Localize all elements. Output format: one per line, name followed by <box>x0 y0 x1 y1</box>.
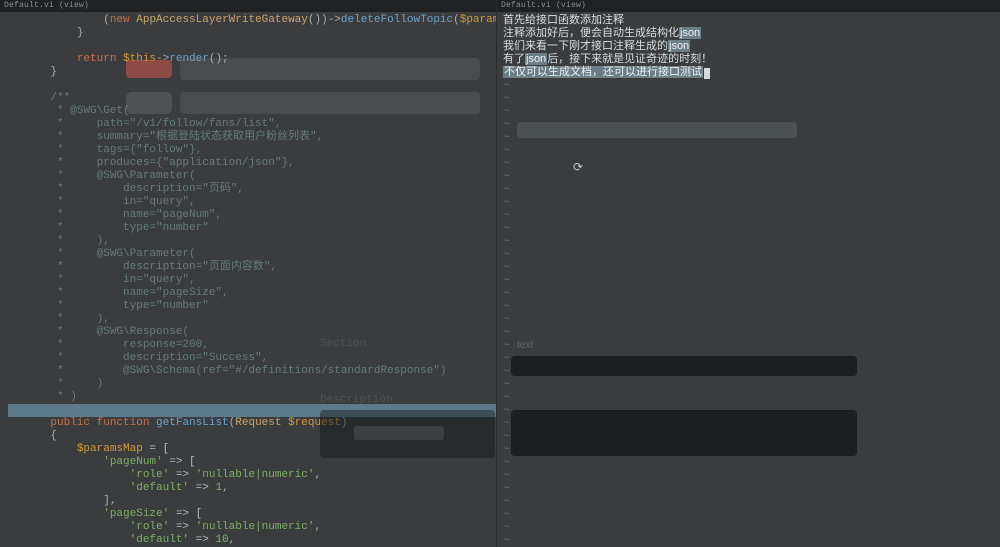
vim-tilde: ~ <box>503 106 510 119</box>
code-line[interactable]: * @SWG\Schema(ref="#/definitions/standar… <box>8 365 496 378</box>
vim-tilde: ~ <box>503 496 510 509</box>
code-line[interactable]: 'pageSize' => [ <box>8 508 496 521</box>
right-titlebar: Default.vi (view) <box>497 0 1000 12</box>
code-line[interactable]: } <box>8 27 496 40</box>
vim-tilde: ~ <box>503 418 510 431</box>
code-line[interactable]: * ) <box>8 391 496 404</box>
vim-tilde: ~ <box>503 249 510 262</box>
code-line[interactable]: * summary="根据登陆状态获取用户粉丝列表", <box>8 131 496 144</box>
right-ov-label-1: text <box>517 340 533 351</box>
code-line[interactable] <box>8 40 496 53</box>
right-dark-panel-2 <box>511 410 857 456</box>
code-line[interactable]: * in="query", <box>8 274 496 287</box>
right-line-4: 有了json后，接下来就是见证奇迹的时刻！ <box>503 53 994 66</box>
vim-tilde: ~ <box>503 405 510 418</box>
right-faint-bar <box>517 122 797 138</box>
code-line[interactable]: * @SWG\Parameter( <box>8 170 496 183</box>
text-cursor <box>704 68 710 79</box>
vim-tilde: ~ <box>503 197 510 210</box>
code-line[interactable]: public function getFansList(Request $req… <box>8 417 496 430</box>
code-line[interactable]: 'role' => 'nullable|numeric', <box>8 521 496 534</box>
vim-tilde: ~ <box>503 158 510 171</box>
code-line[interactable]: 'default' => 1, <box>8 482 496 495</box>
vim-tilde: ~ <box>503 483 510 496</box>
right-line-2: 注释添加好后，便会自动生成结构化json <box>503 27 994 40</box>
code-line[interactable]: * type="number" <box>8 222 496 235</box>
vim-tilde: ~ <box>503 275 510 288</box>
code-line[interactable]: * name="pageSize", <box>8 287 496 300</box>
code-line[interactable]: return $this->render(); <box>8 53 496 66</box>
code-line[interactable]: * type="number" <box>8 300 496 313</box>
code-line[interactable]: * description="页码", <box>8 183 496 196</box>
code-line[interactable]: * description="页面内容数", <box>8 261 496 274</box>
code-line[interactable]: */ <box>8 404 496 417</box>
vim-tilde: ~ <box>503 301 510 314</box>
vim-tilde: ~ <box>503 210 510 223</box>
code-line[interactable]: * ), <box>8 235 496 248</box>
code-line[interactable]: 'role' => 'nullable|numeric', <box>8 469 496 482</box>
code-line[interactable]: * response=200, <box>8 339 496 352</box>
code-line[interactable]: { <box>8 430 496 443</box>
loading-spinner-icon: ⟳ <box>573 160 583 175</box>
code-line[interactable]: * tags={"follow"}, <box>8 144 496 157</box>
code-line[interactable]: * @SWG\Response( <box>8 326 496 339</box>
vim-tilde: ~ <box>503 340 510 353</box>
vim-tilde: ~ <box>503 80 510 93</box>
right-line-1: 首先给接口函数添加注释 <box>503 14 994 27</box>
code-line[interactable] <box>8 79 496 92</box>
vim-tilde: ~ <box>503 327 510 340</box>
code-line[interactable]: /** <box>8 92 496 105</box>
code-line[interactable]: 'default' => 10, <box>8 534 496 547</box>
left-pane: Default.vi (view) (new AppAccessLayerWri… <box>0 0 497 547</box>
code-line[interactable]: * @SWG\Parameter( <box>8 248 496 261</box>
vim-tilde: ~ <box>503 145 510 158</box>
vim-tilde: ~ <box>503 171 510 184</box>
code-line[interactable]: * ) <box>8 378 496 391</box>
vim-tilde: ~ <box>503 353 510 366</box>
vim-tilde: ~ <box>503 379 510 392</box>
code-line[interactable]: * name="pageNum", <box>8 209 496 222</box>
vim-tilde: ~ <box>503 132 510 145</box>
vim-tilde: ~ <box>503 366 510 379</box>
right-annotation-text[interactable]: 首先给接口函数添加注释 注释添加好后，便会自动生成结构化json 我们来看一下刚… <box>497 12 1000 81</box>
vim-tilde: ~ <box>503 535 510 547</box>
ins-json-2: json <box>668 40 690 52</box>
left-titlebar: Default.vi (view) <box>0 0 496 12</box>
code-line[interactable]: * path="/v1/follow/fans/list", <box>8 118 496 131</box>
vim-tilde: ~ <box>503 444 510 457</box>
left-code-editor[interactable]: (new AppAccessLayerWriteGateway())->dele… <box>0 12 496 547</box>
code-line[interactable]: $paramsMap = [ <box>8 443 496 456</box>
vim-tilde: ~ <box>503 522 510 535</box>
ins-json-1: json <box>679 27 701 39</box>
ins-json-3: json <box>525 53 547 65</box>
vim-tilde: ~ <box>503 236 510 249</box>
vim-tilde: ~ <box>503 431 510 444</box>
vim-tilde: ~ <box>503 457 510 470</box>
split-root: Default.vi (view) (new AppAccessLayerWri… <box>0 0 1000 547</box>
code-line[interactable]: * in="query", <box>8 196 496 209</box>
vim-tilde: ~ <box>503 184 510 197</box>
vim-tilde: ~ <box>503 288 510 301</box>
vim-tilde: ~ <box>503 119 510 132</box>
code-line[interactable]: (new AppAccessLayerWriteGateway())->dele… <box>8 14 496 27</box>
code-line[interactable]: } <box>8 66 496 79</box>
code-line[interactable]: 'pageNum' => [ <box>8 456 496 469</box>
vim-tilde: ~ <box>503 470 510 483</box>
code-line[interactable]: ], <box>8 495 496 508</box>
code-line[interactable]: * description="Success", <box>8 352 496 365</box>
vim-tilde: ~ <box>503 509 510 522</box>
vim-tilde: ~ <box>503 314 510 327</box>
right-dark-panel-1 <box>511 356 857 376</box>
vim-tilde: ~ <box>503 392 510 405</box>
code-line[interactable]: * produces={"application/json"}, <box>8 157 496 170</box>
vim-tilde: ~ <box>503 223 510 236</box>
code-line[interactable]: * @SWG\Get( <box>8 105 496 118</box>
code-line[interactable]: * ), <box>8 313 496 326</box>
right-line-5: 不仅可以生成文档，还可以进行接口测试 <box>503 66 994 79</box>
right-pane: Default.vi (view) 首先给接口函数添加注释 注释添加好后，便会自… <box>497 0 1000 547</box>
vim-tilde: ~ <box>503 262 510 275</box>
vim-tilde: ~ <box>503 93 510 106</box>
right-line-3: 我们来看一下刚才接口注释生成的json <box>503 40 994 53</box>
